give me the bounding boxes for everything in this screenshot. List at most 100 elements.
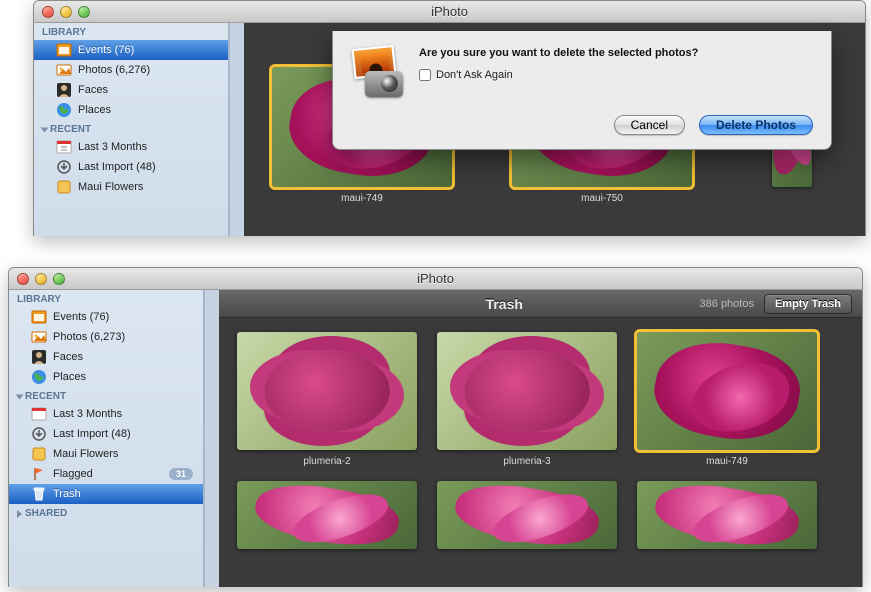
section-library: Library (9, 290, 203, 307)
import-icon (56, 159, 72, 175)
photo-thumbnail[interactable] (437, 481, 617, 549)
sidebar-item-label: Events (76) (78, 44, 134, 56)
flower-photo-icon (437, 332, 617, 450)
sidebar-item-label: Places (53, 371, 86, 383)
photos-icon (56, 62, 72, 78)
iphoto-window-trash: iPhoto Library Events (76) Photos (6,273… (8, 267, 863, 587)
photo-caption: maui-749 (706, 456, 748, 467)
view-title: Trash (309, 296, 700, 312)
album-icon (31, 446, 47, 462)
sidebar-item-trash[interactable]: Trash (9, 484, 203, 504)
photo-thumbnail[interactable]: plumeria-3 (437, 332, 617, 467)
sidebar-item-label: Maui Flowers (53, 448, 118, 460)
disclosure-triangle-icon (16, 394, 24, 399)
sidebar: Library Events (76) Photos (6,273) Faces… (9, 290, 204, 587)
delete-photos-button[interactable]: Delete Photos (699, 115, 813, 135)
iphoto-window-delete-confirm: iPhoto Library Events (76) Photos (6,276… (33, 0, 866, 236)
import-icon (31, 426, 47, 442)
checkbox-label: Don't Ask Again (436, 69, 513, 81)
sidebar-item-label: Last Import (48) (78, 161, 156, 173)
sidebar-item-photos[interactable]: Photos (6,276) (34, 60, 228, 80)
disclosure-triangle-icon (17, 510, 22, 518)
titlebar[interactable]: iPhoto (9, 268, 862, 290)
globe-icon (31, 369, 47, 385)
cancel-button[interactable]: Cancel (614, 115, 685, 135)
photo-thumbnail[interactable] (637, 481, 817, 549)
photo-thumbnail[interactable] (237, 481, 417, 549)
sidebar-scrollbar[interactable] (229, 23, 244, 236)
sidebar-item-label: Last Import (48) (53, 428, 131, 440)
photo-thumbnail[interactable]: plumeria-2 (237, 332, 417, 467)
sidebar-item-faces[interactable]: Faces (34, 80, 228, 100)
photo-caption: maui-749 (341, 193, 383, 204)
globe-icon (56, 102, 72, 118)
sidebar-item-label: Places (78, 104, 111, 116)
sidebar-item-label: Flagged (53, 468, 93, 480)
sidebar-item-label: Maui Flowers (78, 181, 143, 193)
sidebar-item-label: Faces (78, 84, 108, 96)
sidebar-item-maui-flowers[interactable]: Maui Flowers (34, 177, 228, 197)
calendar-icon (31, 406, 47, 422)
count-badge: 31 (169, 468, 193, 480)
close-icon[interactable] (17, 273, 29, 285)
flower-photo-icon (637, 332, 817, 450)
sidebar-item-last-import[interactable]: Last Import (48) (9, 424, 203, 444)
sidebar-item-label: Last 3 Months (78, 141, 147, 153)
photo-caption: maui-750 (581, 193, 623, 204)
content-area: Trash 386 photos Empty Trash plumeria-2 … (219, 290, 862, 587)
photo-thumbnail[interactable]: maui-749 (637, 332, 817, 467)
flower-photo-icon (637, 481, 817, 549)
sidebar-item-photos[interactable]: Photos (6,273) (9, 327, 203, 347)
minimize-icon[interactable] (35, 273, 47, 285)
sidebar-item-label: Trash (53, 488, 81, 500)
faces-icon (31, 349, 47, 365)
dont-ask-again-checkbox[interactable]: Don't Ask Again (419, 69, 813, 81)
minimize-icon[interactable] (60, 6, 72, 18)
zoom-icon[interactable] (53, 273, 65, 285)
section-recent[interactable]: Recent (34, 120, 228, 137)
sidebar-item-faces[interactable]: Faces (9, 347, 203, 367)
photos-icon (31, 329, 47, 345)
sidebar-scrollbar[interactable] (204, 290, 219, 587)
sidebar-item-flagged[interactable]: Flagged 31 (9, 464, 203, 484)
sidebar-item-last-import[interactable]: Last Import (48) (34, 157, 228, 177)
dialog-message: Are you sure you want to delete the sele… (419, 47, 813, 59)
thumbnail-grid: plumeria-2 plumeria-3 maui-749 (219, 318, 862, 481)
faces-icon (56, 82, 72, 98)
empty-trash-button[interactable]: Empty Trash (764, 294, 852, 314)
sidebar-item-events[interactable]: Events (76) (9, 307, 203, 327)
window-title: iPhoto (9, 271, 862, 286)
section-recent[interactable]: Recent (9, 387, 203, 404)
thumbnail-grid (219, 481, 862, 563)
flower-photo-icon (237, 332, 417, 450)
window-title: iPhoto (34, 4, 865, 19)
sidebar-item-maui-flowers[interactable]: Maui Flowers (9, 444, 203, 464)
sidebar-item-label: Photos (6,273) (53, 331, 125, 343)
events-icon (31, 309, 47, 325)
sidebar-item-events[interactable]: Events (76) (34, 40, 228, 60)
sidebar-item-label: Photos (6,276) (78, 64, 150, 76)
photo-caption: plumeria-2 (303, 456, 350, 467)
sidebar-item-places[interactable]: Places (34, 100, 228, 120)
photo-count: 386 photos (700, 298, 754, 310)
checkbox-input[interactable] (419, 69, 431, 81)
iphoto-app-icon (347, 47, 405, 97)
section-shared[interactable]: Shared (9, 504, 203, 521)
calendar-icon (56, 139, 72, 155)
disclosure-triangle-icon (41, 127, 49, 132)
album-icon (56, 179, 72, 195)
content-header: Trash 386 photos Empty Trash (219, 290, 862, 318)
titlebar[interactable]: iPhoto (34, 1, 865, 23)
flag-icon (31, 466, 47, 482)
zoom-icon[interactable] (78, 6, 90, 18)
close-icon[interactable] (42, 6, 54, 18)
sidebar-item-label: Last 3 Months (53, 408, 122, 420)
sidebar-item-last-3-months[interactable]: Last 3 Months (9, 404, 203, 424)
sidebar-item-last-3-months[interactable]: Last 3 Months (34, 137, 228, 157)
flower-photo-icon (437, 481, 617, 549)
section-library: Library (34, 23, 228, 40)
sidebar-item-places[interactable]: Places (9, 367, 203, 387)
sidebar-item-label: Events (76) (53, 311, 109, 323)
sidebar: Library Events (76) Photos (6,276) Faces… (34, 23, 229, 236)
flower-photo-icon (237, 481, 417, 549)
